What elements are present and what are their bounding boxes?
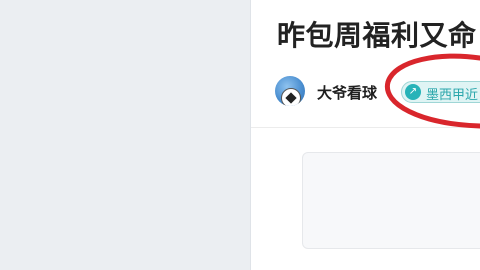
author-avatar[interactable]: [275, 76, 305, 106]
author-name[interactable]: 大爷看球: [317, 82, 377, 103]
topic-tag-label: 墨西甲近: [426, 88, 479, 103]
content-card: [302, 152, 480, 249]
author-row: 大爷看球 ↗ 墨西甲近: [251, 76, 480, 110]
topic-tag[interactable]: ↗ 墨西甲近: [401, 81, 480, 103]
article-title: 昨包周福利又命: [277, 19, 477, 52]
left-panel: [0, 0, 251, 270]
article-pane: 昨包周福利又命 大爷看球 ↗ 墨西甲近: [251, 0, 480, 270]
header-divider: [251, 127, 480, 128]
soccer-ball-icon: [281, 88, 301, 106]
arrow-icon: ↗: [405, 84, 421, 100]
